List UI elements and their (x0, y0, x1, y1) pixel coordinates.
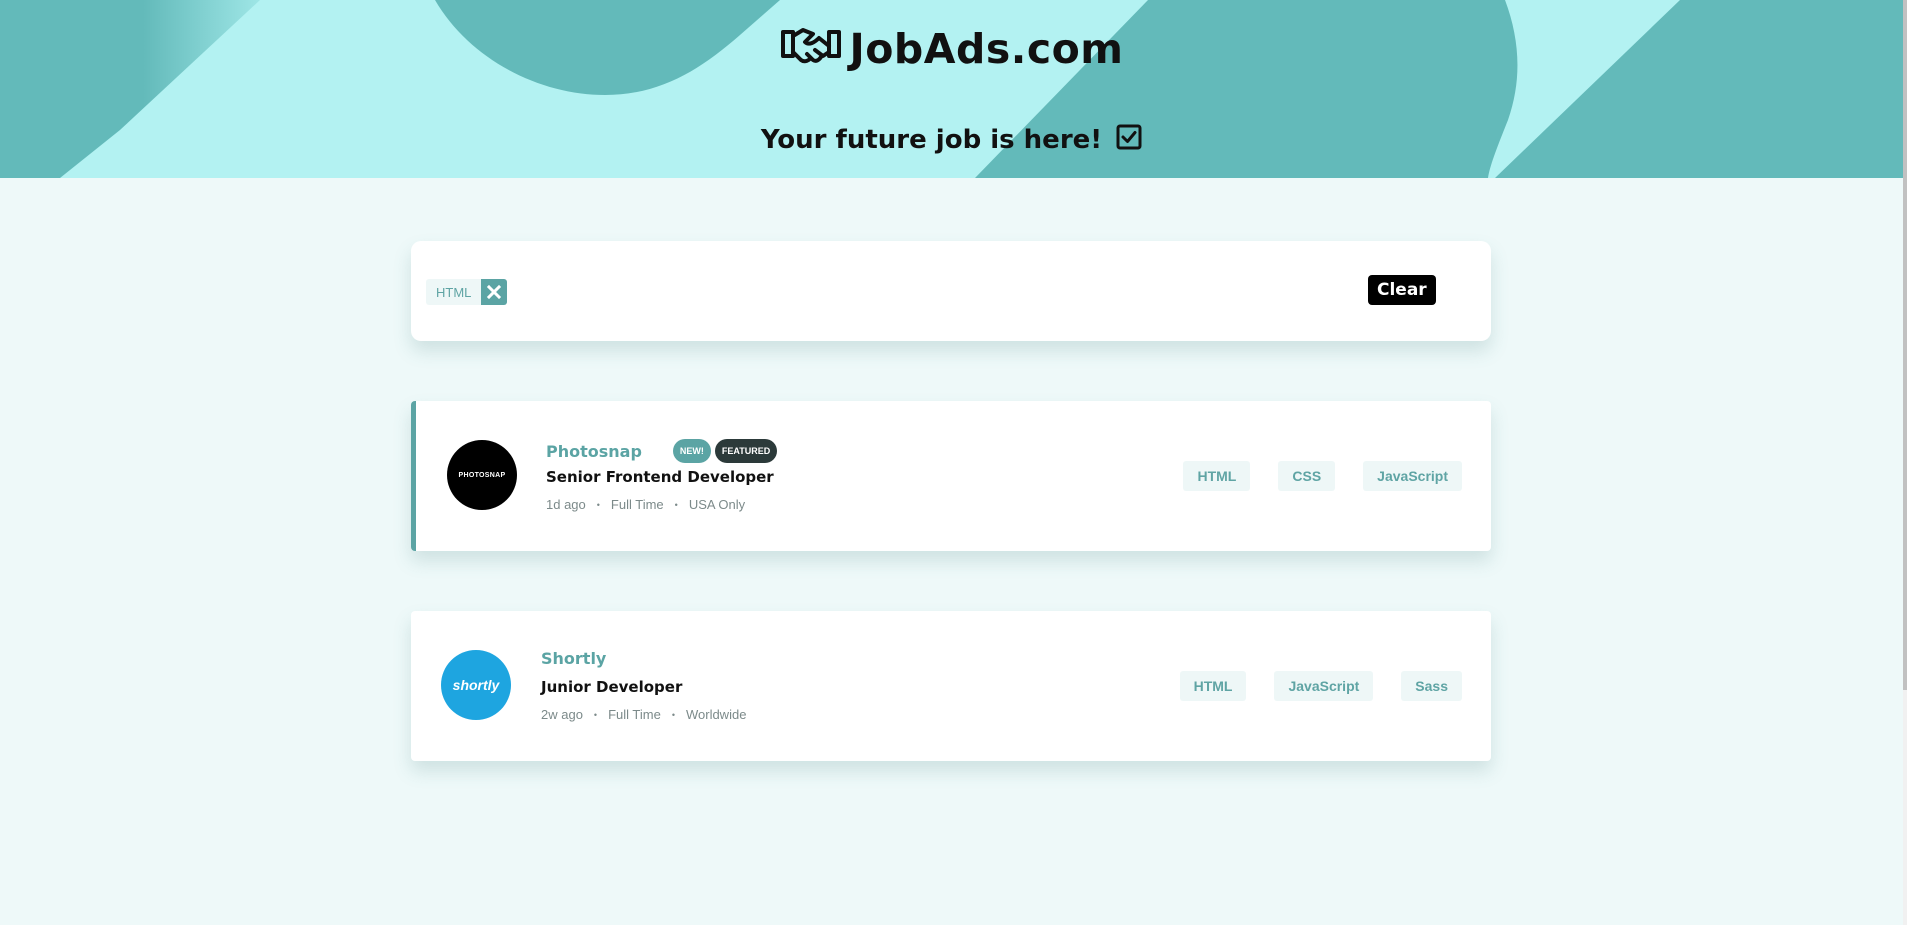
tag-html[interactable]: HTML (1179, 671, 1247, 701)
tag-javascript[interactable]: JavaScript (1363, 461, 1462, 491)
brand-name: JobAds.com (849, 24, 1124, 73)
clear-button[interactable]: Clear (1368, 275, 1436, 305)
filter-bar: HTML Clear (411, 241, 1491, 341)
contract-type: Full Time (608, 707, 661, 722)
tag-html[interactable]: HTML (1183, 461, 1251, 491)
page-header: JobAds.com Your future job is here! (0, 0, 1903, 178)
job-position[interactable]: Junior Developer (541, 678, 682, 696)
job-location: Worldwide (685, 707, 747, 722)
contract-type: Full Time (610, 497, 664, 512)
company-logo: shortly (441, 650, 511, 720)
filter-tag-label: HTML (426, 279, 482, 305)
filter-tag: HTML (426, 279, 508, 305)
tag-css[interactable]: CSS (1278, 461, 1336, 491)
separator-dot: • (674, 499, 678, 510)
posted-at: 1d ago (546, 497, 586, 512)
job-tags: HTML JavaScript Sass (1152, 671, 1462, 701)
company-logo: PHOTOSNAP (447, 440, 517, 510)
company-line: Shortly (541, 649, 606, 668)
job-card[interactable]: shortly Shortly Junior Developer 2w ago … (411, 611, 1491, 761)
scrollbar-thumb[interactable] (1903, 0, 1907, 690)
tag-sass[interactable]: Sass (1401, 671, 1462, 701)
scrollbar[interactable] (1903, 0, 1907, 925)
tagline-text: Your future job is here! (760, 124, 1103, 155)
job-meta: 1d ago • Full Time • USA Only (546, 497, 745, 512)
separator-dot: • (596, 499, 600, 510)
company-name[interactable]: Shortly (541, 649, 606, 668)
tagline: Your future job is here! (0, 124, 1903, 155)
posted-at: 2w ago (541, 707, 583, 722)
close-icon (487, 285, 502, 299)
logo-text: PHOTOSNAP (458, 471, 506, 479)
tag-javascript[interactable]: JavaScript (1274, 671, 1374, 701)
job-location: USA Only (688, 497, 746, 512)
job-meta: 2w ago • Full Time • Worldwide (541, 707, 746, 722)
checkbox-icon (1116, 124, 1142, 155)
new-badge: NEW! (672, 439, 711, 463)
company-line: Photosnap NEW! FEATURED (546, 439, 778, 463)
handshake-icon (779, 24, 843, 73)
separator-dot: • (593, 709, 598, 720)
company-name[interactable]: Photosnap (546, 442, 642, 461)
brand-logo[interactable]: JobAds.com (0, 24, 1903, 73)
job-position[interactable]: Senior Frontend Developer (546, 468, 774, 486)
remove-filter-button[interactable] (481, 279, 508, 305)
logo-text: shortly (452, 677, 500, 693)
job-card[interactable]: PHOTOSNAP Photosnap NEW! FEATURED Senior… (411, 401, 1491, 551)
featured-badge: FEATURED (714, 439, 778, 463)
job-tags: HTML CSS JavaScript (1155, 461, 1462, 491)
separator-dot: • (671, 709, 675, 720)
